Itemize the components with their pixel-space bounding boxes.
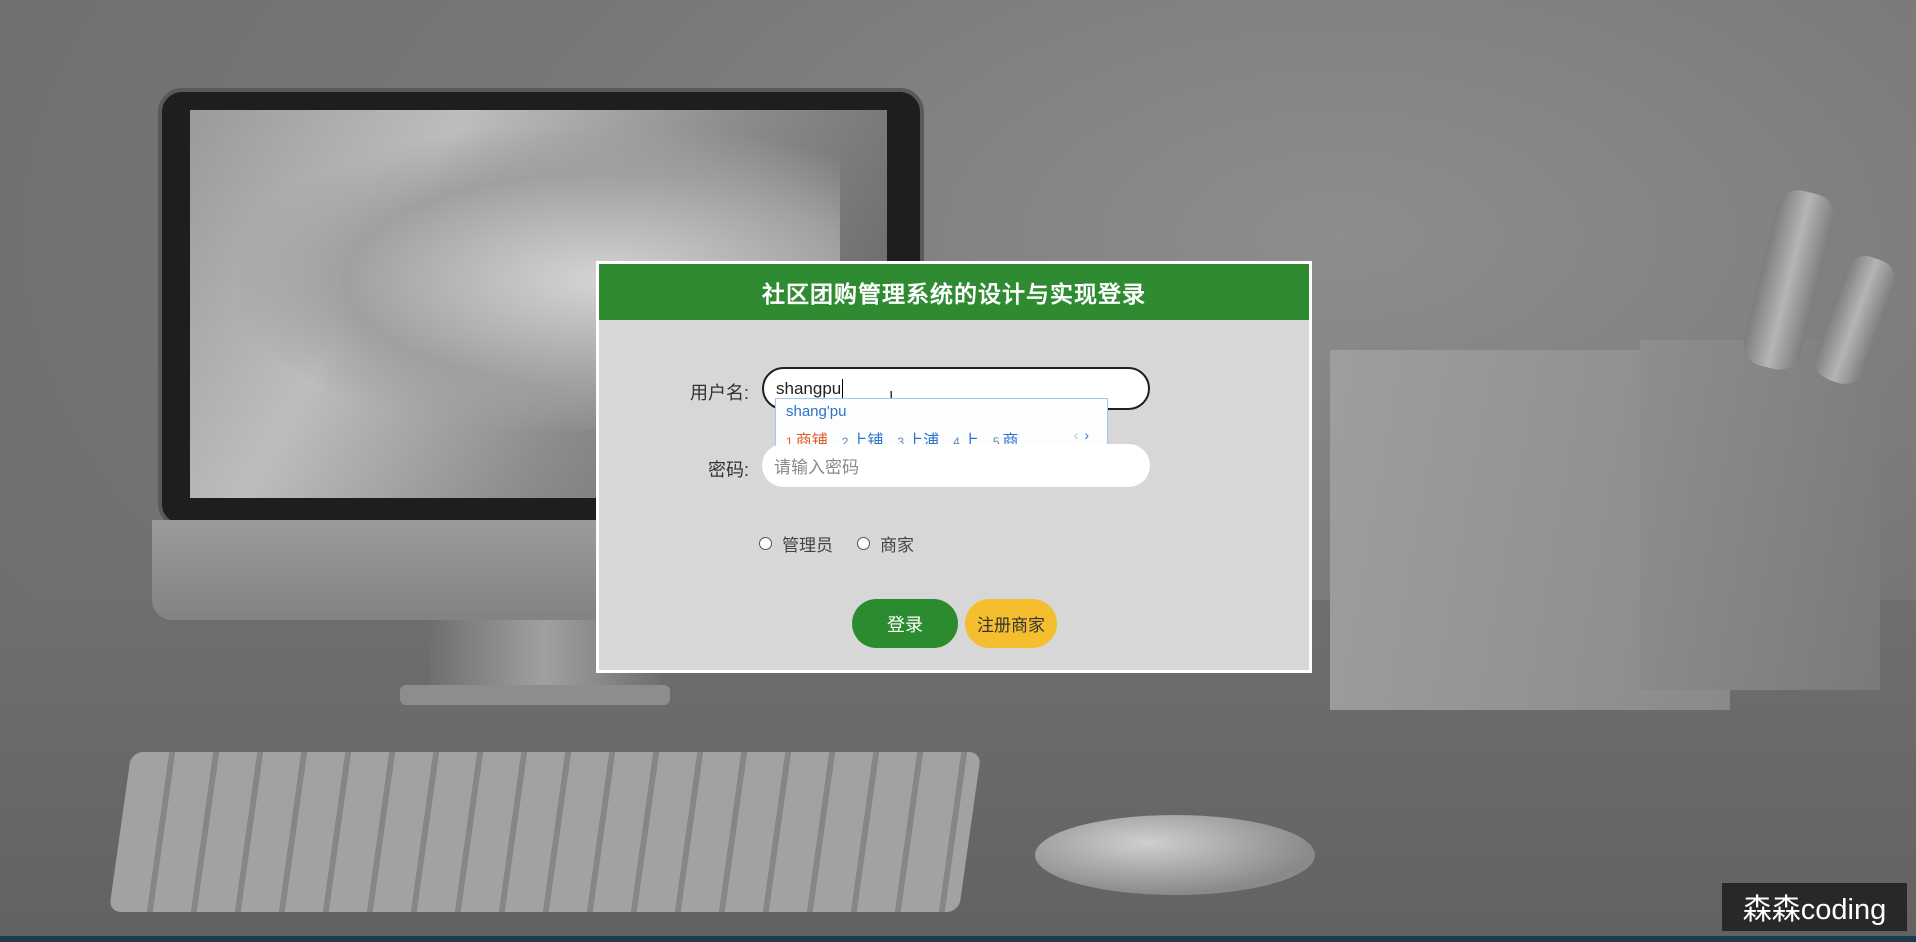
ime-prev-page-icon[interactable]: ‹ [1074,427,1079,443]
radio-icon[interactable] [857,537,870,550]
radio-icon[interactable] [759,537,772,550]
login-button[interactable]: 登录 [852,599,958,648]
login-title: 社区团购管理系统的设计与实现登录 [599,264,1309,320]
ime-page-nav: ‹ › [1074,427,1089,443]
username-label: 用户名: [689,383,749,403]
watermark: 森森coding [1722,883,1907,931]
role-label: 商家 [880,536,914,555]
password-label: 密码: [707,460,749,480]
role-option-admin[interactable]: 管理员 [759,531,833,556]
username-value: shangpu [776,378,842,398]
register-merchant-button[interactable]: 注册商家 [965,599,1057,648]
role-option-merchant[interactable]: 商家 [857,531,914,556]
ime-next-page-icon[interactable]: › [1084,427,1089,443]
ime-composition: shang'pu [786,403,847,420]
login-dialog: 社区团购管理系统的设计与实现登录 用户名: shangpu I shang'pu… [596,261,1312,673]
keyboard-illustration [108,752,982,912]
mouse-illustration [1035,815,1315,895]
monitor-base-illustration [400,685,670,705]
role-label: 管理员 [782,536,833,555]
text-caret [842,378,844,399]
paper-roll-illustration-2 [1809,250,1901,390]
taskbar-strip [0,936,1916,942]
password-placeholder: 请输入密码 [774,458,859,477]
shopping-bag-illustration-2 [1640,340,1880,690]
password-input[interactable]: 请输入密码 [762,444,1150,487]
role-selector: 管理员 商家 [759,531,914,556]
